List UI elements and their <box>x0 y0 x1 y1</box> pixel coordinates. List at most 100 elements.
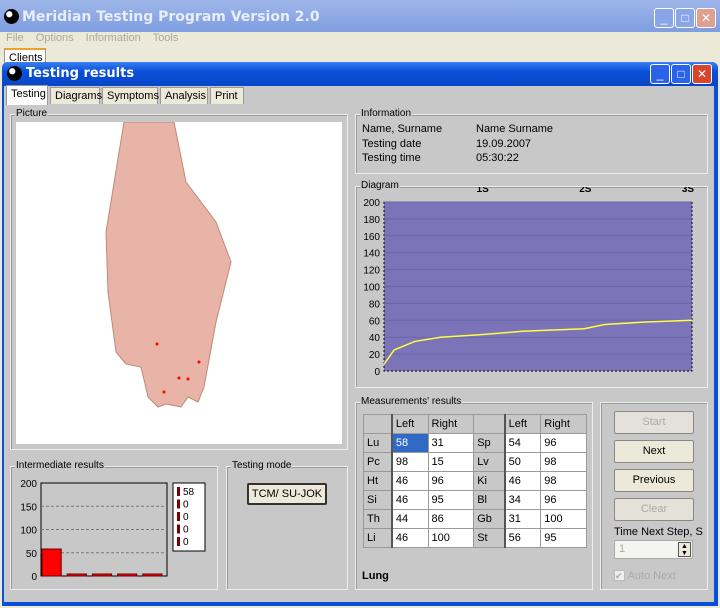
next-button[interactable]: Next <box>614 440 694 463</box>
menu-file[interactable]: File <box>6 32 24 44</box>
measurement-cell[interactable]: 34 <box>504 490 542 510</box>
measurement-cell[interactable]: 54 <box>504 433 542 453</box>
measurement-cell[interactable]: 15 <box>427 452 475 472</box>
tab-symptoms[interactable]: Symptoms <box>102 87 159 104</box>
window-minimize-button[interactable]: _ <box>650 64 670 84</box>
minimize-button[interactable]: _ <box>654 8 674 28</box>
measurement-cell[interactable]: 98 <box>540 471 587 491</box>
measurements-table: Left Right Left Right Lu 58 31 Sp 54 96 Pc 98 15 Lv 50… <box>362 414 587 548</box>
tab-print[interactable]: Print <box>210 87 244 104</box>
table-row: Lu 58 31 Sp 54 96 <box>362 433 587 453</box>
meridian-label: Ki <box>473 471 506 491</box>
measurement-cell[interactable]: 46 <box>391 471 429 491</box>
start-button[interactable]: Start <box>614 411 694 434</box>
measurement-cell[interactable]: 95 <box>427 490 475 510</box>
hand-image <box>16 122 342 444</box>
window-close-button[interactable]: ✕ <box>692 64 712 84</box>
measurement-cell[interactable]: 31 <box>504 509 542 529</box>
meridian-label: Th <box>362 509 393 529</box>
measurement-cell[interactable]: 95 <box>540 528 587 548</box>
time-next-step-input[interactable]: 1 ▲ ▼ <box>614 540 693 559</box>
bar <box>142 573 163 577</box>
group-label: Information <box>360 108 413 119</box>
measurement-cell[interactable]: 46 <box>391 528 429 548</box>
measurement-cell[interactable]: 58 <box>391 433 429 453</box>
info-value: Name Surname <box>476 123 554 135</box>
legend-swatch <box>177 499 180 509</box>
x-tick-label: 3S <box>682 187 695 195</box>
column-header <box>473 414 506 434</box>
group-label: Picture <box>15 108 49 119</box>
y-tick-label: 0 <box>374 367 380 378</box>
measurement-cell[interactable]: 31 <box>427 433 475 453</box>
measurement-cell[interactable]: 86 <box>427 509 475 529</box>
yin-yang-icon <box>7 66 22 81</box>
menu-information[interactable]: Information <box>86 32 141 44</box>
meridian-label: Gb <box>473 509 506 529</box>
legend-swatch <box>177 537 180 546</box>
y-tick-label: 200 <box>20 479 37 490</box>
measurement-cell[interactable]: 96 <box>540 490 587 510</box>
selected-meridian: Lung <box>362 570 389 582</box>
info-value: 19.09.2007 <box>476 137 532 150</box>
controls-group: Start Next Previous Clear Time Next Step… <box>600 402 708 590</box>
app-title-bar: Meridian Testing Program Version 2.0 <box>0 0 720 32</box>
legend-entry: 58 <box>183 487 195 498</box>
meridian-label: Li <box>362 528 393 548</box>
y-tick-label: 150 <box>20 502 37 513</box>
auto-next-checkbox[interactable]: ✔ Auto Next <box>614 570 676 582</box>
close-button[interactable]: ✕ <box>696 8 716 28</box>
maximize-button[interactable]: □ <box>675 8 695 28</box>
meridian-label: Lv <box>473 452 506 472</box>
measurement-cell[interactable]: 100 <box>540 509 587 529</box>
spinner-arrows-icon[interactable]: ▲ ▼ <box>678 542 691 557</box>
diagram-chart: 0 20 40 60 80 100 120 140 160 180 200 1S 2S 3S <box>363 187 695 378</box>
measurement-cell[interactable]: 98 <box>391 452 429 472</box>
window-maximize-button[interactable]: □ <box>671 64 691 84</box>
measurement-cell[interactable]: 100 <box>427 528 475 548</box>
menu-tools[interactable]: Tools <box>153 32 179 44</box>
y-tick-label: 140 <box>363 249 380 260</box>
info-label: Testing date <box>362 137 422 150</box>
measurement-cell[interactable]: 96 <box>427 471 475 491</box>
table-row: Th 44 86 Gb 31 100 <box>362 509 587 529</box>
intermediate-chart: 050100150200580000 <box>20 479 206 583</box>
y-tick-label: 80 <box>369 299 381 310</box>
y-tick-label: 40 <box>369 333 381 344</box>
tab-diagrams[interactable]: Diagrams <box>50 87 102 104</box>
info-label: Name, Surname <box>362 123 443 135</box>
diagram-group: Diagram 0 20 40 60 80 100 120 140 160 180 200 1S 2S 3… <box>355 180 708 388</box>
bar <box>117 573 138 577</box>
tcm-su-jok-button[interactable]: TCM/ SU-JOK <box>247 483 327 505</box>
meridian-label: Lu <box>362 433 393 453</box>
testing-mode-group: Testing mode TCM/ SU-JOK <box>226 460 348 590</box>
column-header: Left <box>391 414 429 434</box>
clear-button[interactable]: Clear <box>614 498 694 521</box>
y-tick-label: 0 <box>31 572 37 583</box>
previous-button[interactable]: Previous <box>614 469 694 492</box>
menu-options[interactable]: Options <box>36 32 74 44</box>
meridian-label: St <box>473 528 506 548</box>
measurement-cell[interactable]: 96 <box>540 433 587 453</box>
checkbox-checked-icon: ✔ <box>614 570 625 581</box>
y-tick-label: 100 <box>363 283 380 294</box>
tab-testing[interactable]: Testing <box>6 85 48 105</box>
measurement-cell[interactable]: 46 <box>391 490 429 510</box>
y-tick-label: 160 <box>363 232 380 243</box>
info-value: 05:30:22 <box>476 152 519 164</box>
time-value: 1 <box>619 543 626 555</box>
measurement-cell[interactable]: 56 <box>504 528 542 548</box>
y-tick-label: 200 <box>363 198 380 209</box>
column-header: Left <box>504 414 542 434</box>
measurement-cell[interactable]: 44 <box>391 509 429 529</box>
legend-swatch <box>177 487 180 496</box>
measurement-cell[interactable]: 46 <box>504 471 542 491</box>
legend-entry: 0 <box>183 512 189 523</box>
tab-analysis[interactable]: Analysis <box>160 87 208 104</box>
picture-group: Picture <box>10 108 348 450</box>
measurement-cell[interactable]: 98 <box>540 452 587 472</box>
measurement-cell[interactable]: 50 <box>504 452 542 472</box>
column-header: Right <box>427 414 475 434</box>
table-row: Ht 46 96 Ki 46 98 <box>362 471 587 491</box>
group-label: Measurements' results <box>360 396 463 407</box>
